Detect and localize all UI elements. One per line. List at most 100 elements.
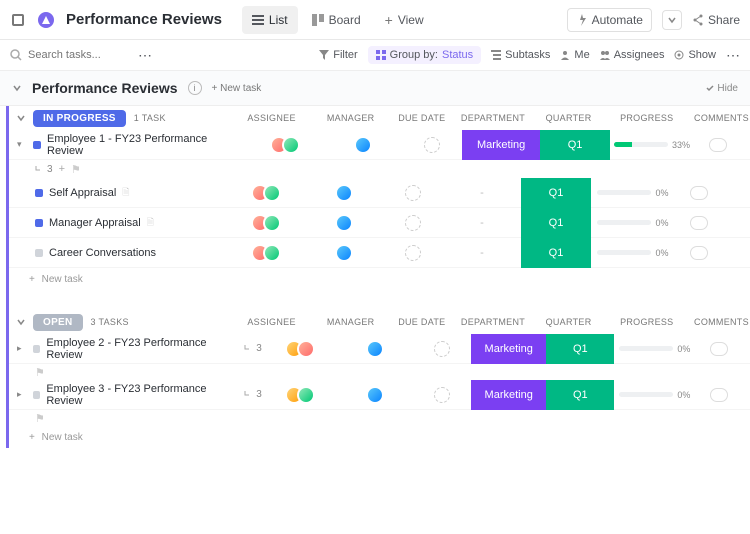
department-cell[interactable]: Marketing	[471, 380, 547, 410]
due-date-icon[interactable]	[424, 137, 440, 153]
col-quarter[interactable]: Quarter	[538, 317, 600, 327]
due-date-icon[interactable]	[434, 387, 450, 403]
department-cell[interactable]: Marketing	[462, 130, 540, 160]
share-button[interactable]: Share	[692, 13, 740, 27]
col-due[interactable]: Due date	[395, 113, 448, 123]
me-button[interactable]: Me	[560, 49, 589, 61]
search-more-icon[interactable]: ⋯	[138, 47, 152, 64]
status-dot[interactable]	[35, 189, 43, 197]
col-comments[interactable]: Comments	[694, 317, 742, 327]
manager-avatar[interactable]	[335, 214, 353, 232]
group-collapse-icon[interactable]	[17, 114, 25, 122]
quarter-cell[interactable]: Q1	[521, 208, 591, 238]
subtask-count[interactable]: 3	[244, 343, 262, 354]
department-cell[interactable]: Marketing	[471, 334, 547, 364]
link-icon[interactable]: 🗎	[122, 185, 129, 201]
assignee-avatars[interactable]	[285, 340, 315, 358]
row-collapse-icon[interactable]: ▾	[17, 139, 27, 150]
task-row[interactable]: ▸ Employee 2 - FY23 Performance Review 3…	[9, 334, 750, 364]
col-quarter[interactable]: Quarter	[538, 113, 600, 123]
task-name[interactable]: Career Conversations	[49, 247, 156, 259]
comment-icon[interactable]	[710, 342, 728, 356]
status-dot[interactable]	[35, 219, 43, 227]
menu-icon[interactable]	[10, 12, 26, 28]
new-task-button[interactable]: + New task	[9, 268, 750, 290]
progress-cell[interactable]: 0%	[591, 218, 675, 228]
col-assignee[interactable]: Assignee	[237, 317, 306, 327]
assignee-avatars[interactable]	[270, 136, 300, 154]
assignee-avatars[interactable]	[251, 214, 281, 232]
col-manager[interactable]: Manager	[316, 317, 385, 327]
subtask-count[interactable]: 3	[35, 164, 53, 175]
group-by-chip[interactable]: Group by: Status	[368, 46, 482, 64]
col-progress[interactable]: Progress	[610, 113, 684, 123]
assignee-avatars[interactable]	[251, 244, 281, 262]
due-date-icon[interactable]	[405, 215, 421, 231]
toolbar-more-icon[interactable]: ⋯	[726, 47, 740, 64]
status-dot[interactable]	[33, 141, 41, 149]
department-cell[interactable]: -	[443, 247, 521, 259]
due-date-icon[interactable]	[434, 341, 450, 357]
comment-icon[interactable]	[710, 388, 728, 402]
tab-list[interactable]: List	[242, 6, 298, 34]
due-date-icon[interactable]	[405, 245, 421, 261]
task-name[interactable]: Employee 1 - FY23 Performance Review	[47, 133, 246, 157]
progress-cell[interactable]: 0%	[591, 188, 675, 198]
task-row[interactable]: ▾ Employee 1 - FY23 Performance Review M…	[9, 130, 750, 160]
manager-avatar[interactable]	[335, 184, 353, 202]
tab-view[interactable]: + View	[375, 6, 434, 34]
task-row[interactable]: Self Appraisal 🗎 - Q1 0%	[9, 178, 750, 208]
section-new-task[interactable]: + New task	[212, 83, 262, 94]
automate-dropdown[interactable]	[662, 10, 682, 30]
comment-icon[interactable]	[690, 246, 708, 260]
quarter-cell[interactable]: Q1	[546, 380, 614, 410]
task-name[interactable]: Employee 3 - FY23 Performance Review	[46, 383, 238, 407]
task-row[interactable]: Career Conversations - Q1 0%	[9, 238, 750, 268]
department-cell[interactable]: -	[443, 187, 521, 199]
status-dot[interactable]	[33, 345, 41, 353]
row-collapse-icon[interactable]: ▸	[17, 343, 27, 354]
col-progress[interactable]: Progress	[610, 317, 684, 327]
quarter-cell[interactable]: Q1	[540, 130, 610, 160]
task-name[interactable]: Self Appraisal	[49, 187, 116, 199]
col-department[interactable]: Department	[458, 317, 527, 327]
assignee-avatars[interactable]	[285, 386, 315, 404]
progress-cell[interactable]: 33%	[610, 140, 694, 150]
comment-icon[interactable]	[690, 216, 708, 230]
progress-cell[interactable]: 0%	[614, 344, 695, 354]
manager-avatar[interactable]	[366, 340, 384, 358]
task-row[interactable]: ▸ Employee 3 - FY23 Performance Review 3…	[9, 380, 750, 410]
show-button[interactable]: Show	[674, 49, 716, 61]
hide-button[interactable]: Hide	[706, 83, 738, 94]
comment-icon[interactable]	[709, 138, 727, 152]
assignees-button[interactable]: Assignees	[600, 49, 665, 61]
task-name[interactable]: Manager Appraisal	[49, 217, 141, 229]
row-collapse-icon[interactable]: ▸	[17, 389, 27, 400]
col-due[interactable]: Due date	[395, 317, 448, 327]
manager-avatar[interactable]	[335, 244, 353, 262]
search-input[interactable]	[28, 49, 128, 61]
progress-cell[interactable]: 0%	[591, 248, 675, 258]
col-assignee[interactable]: Assignee	[237, 113, 306, 123]
subtasks-button[interactable]: Subtasks	[491, 49, 550, 61]
tab-board[interactable]: Board	[302, 6, 371, 34]
automate-button[interactable]: Automate	[567, 8, 652, 32]
subtask-count[interactable]: 3	[244, 389, 262, 400]
col-comments[interactable]: Comments	[694, 113, 742, 123]
quarter-cell[interactable]: Q1	[546, 334, 614, 364]
col-department[interactable]: Department	[458, 113, 527, 123]
manager-avatar[interactable]	[366, 386, 384, 404]
group-collapse-icon[interactable]	[17, 318, 25, 326]
due-date-icon[interactable]	[405, 185, 421, 201]
new-task-button[interactable]: + New task	[9, 426, 750, 448]
flag-icon[interactable]: ⚑	[71, 163, 81, 176]
search-icon[interactable]	[10, 49, 22, 61]
filter-button[interactable]: Filter	[319, 49, 357, 61]
task-row[interactable]: Manager Appraisal 🗎 - Q1 0%	[9, 208, 750, 238]
col-manager[interactable]: Manager	[316, 113, 385, 123]
link-icon[interactable]: 🗎	[147, 215, 154, 231]
manager-avatar[interactable]	[354, 136, 372, 154]
task-name[interactable]: Employee 2 - FY23 Performance Review	[46, 337, 238, 361]
quarter-cell[interactable]: Q1	[521, 178, 591, 208]
status-pill-open[interactable]: OPEN	[33, 314, 83, 331]
